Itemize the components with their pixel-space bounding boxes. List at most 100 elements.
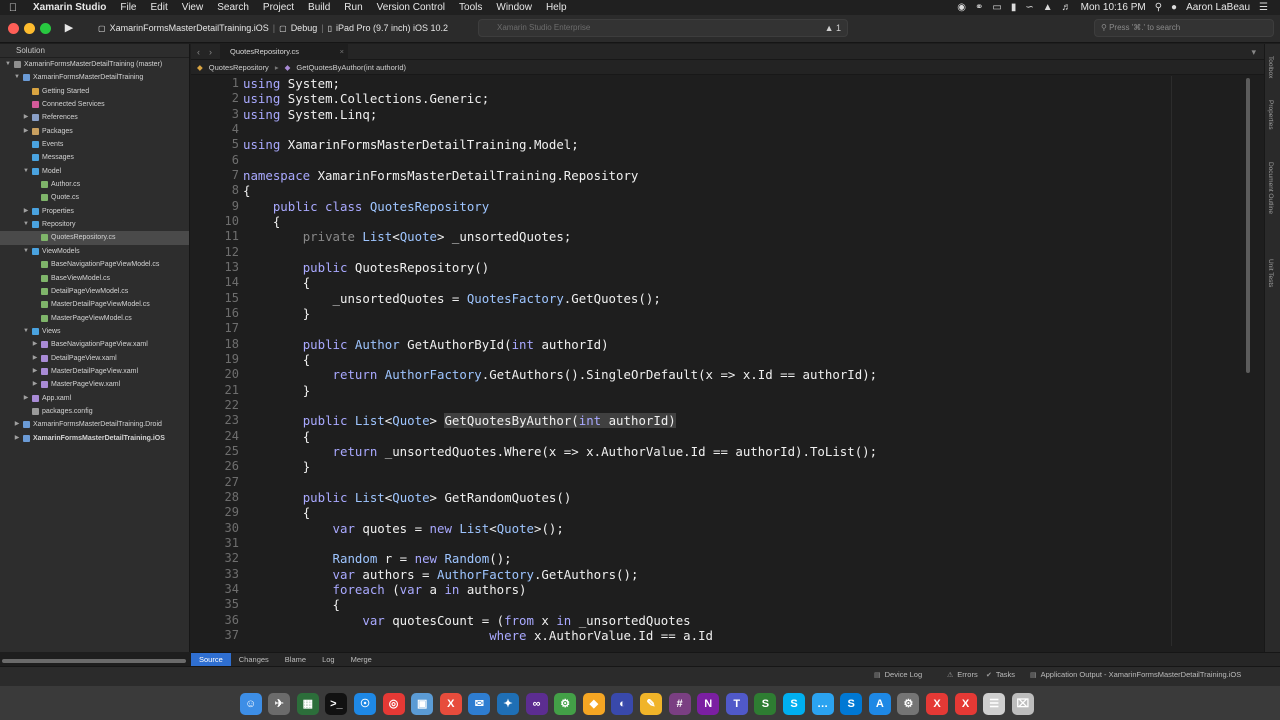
minimize-window-button[interactable]: [24, 23, 35, 34]
close-tab-icon[interactable]: ×: [340, 44, 344, 60]
trash-icon[interactable]: ⌧: [1011, 693, 1034, 715]
collapsed-arrow-icon[interactable]: ▶: [31, 378, 39, 391]
code-editor[interactable]: 1 using System; 2 using System.Collections.…: [191, 76, 1264, 652]
menu-view[interactable]: View: [175, 0, 211, 15]
preview-icon[interactable]: ▣: [411, 693, 434, 715]
collapsed-arrow-icon[interactable]: ▶: [22, 111, 30, 124]
tree-item[interactable]: MasterDetailPageViewModel.cs: [0, 298, 189, 311]
menu-window[interactable]: Window: [489, 0, 539, 15]
zoom-window-button[interactable]: [40, 23, 51, 34]
tree-item[interactable]: ▶ MasterPageView.xaml: [0, 378, 189, 391]
menu-help[interactable]: Help: [539, 0, 574, 15]
documents-icon[interactable]: ☰: [983, 693, 1006, 715]
tree-item[interactable]: ▼ XamarinFormsMasterDetailTraining: [0, 71, 189, 84]
menu-tools[interactable]: Tools: [452, 0, 489, 15]
volume-icon[interactable]: ♬: [1062, 2, 1072, 13]
user-name[interactable]: Aaron LaBeau: [1186, 2, 1250, 13]
tree-item[interactable]: ▼ Model: [0, 165, 189, 178]
expanded-arrow-icon[interactable]: ▼: [22, 218, 30, 231]
user-avatar-icon[interactable]: ●: [1171, 2, 1177, 13]
skype-icon[interactable]: S: [783, 693, 805, 715]
expanded-arrow-icon[interactable]: ▼: [22, 325, 30, 338]
pad-toolbox[interactable]: Toolbox: [1267, 56, 1274, 78]
expanded-arrow-icon[interactable]: ▼: [22, 245, 30, 258]
tree-item[interactable]: Author.cs: [0, 178, 189, 191]
pad-document-outline[interactable]: Document Outline: [1267, 162, 1274, 214]
menu-run[interactable]: Run: [337, 0, 369, 15]
slack-icon[interactable]: #: [668, 693, 691, 715]
close-window-button[interactable]: [8, 23, 19, 34]
clock[interactable]: Mon 10:16 PM: [1081, 2, 1146, 13]
tree-item[interactable]: Quote.cs: [0, 191, 189, 204]
pad-unit-tests[interactable]: Unit Tests: [1267, 259, 1274, 287]
display-icon[interactable]: ▭: [992, 2, 1001, 13]
system-preferences-icon[interactable]: ⚙: [897, 693, 920, 715]
menu-xamarin-studio[interactable]: Xamarin Studio: [26, 0, 113, 15]
collapsed-arrow-icon[interactable]: ▶: [13, 432, 21, 445]
editor-vertical-scrollbar[interactable]: [1246, 78, 1250, 373]
tree-item[interactable]: ▶ Properties: [0, 205, 189, 218]
notes-icon[interactable]: ✎: [640, 693, 662, 715]
expanded-arrow-icon[interactable]: ▼: [22, 165, 30, 178]
skype-business-icon[interactable]: S: [840, 693, 863, 715]
tree-item[interactable]: Messages: [0, 151, 189, 164]
tree-item[interactable]: ▼ Repository: [0, 218, 189, 231]
menu-version-control[interactable]: Version Control: [370, 0, 452, 15]
sketch-icon[interactable]: ◆: [582, 693, 605, 715]
launchpad-icon[interactable]: ✈: [268, 693, 291, 715]
run-configuration-selector[interactable]: ▢ XamarinFormsMasterDetailTraining.iOS |…: [94, 19, 452, 37]
messages-icon[interactable]: …: [811, 693, 834, 715]
pad-button-errors[interactable]: ⚠ Errors: [947, 670, 978, 679]
collapsed-arrow-icon[interactable]: ▶: [31, 338, 39, 351]
onenote-icon[interactable]: N: [697, 693, 720, 715]
battery-icon[interactable]: ▮: [1011, 2, 1017, 13]
chrome-icon[interactable]: ◎: [382, 693, 405, 715]
pad-button-tasks[interactable]: ✔ Tasks: [986, 670, 1015, 679]
finder-icon[interactable]: ☺: [239, 693, 262, 715]
tree-item[interactable]: ▶ XamarinFormsMasterDetailTraining.Droid: [0, 418, 189, 431]
terminal-icon[interactable]: >_: [325, 693, 348, 715]
collapsed-arrow-icon[interactable]: ▶: [22, 392, 30, 405]
game-center-icon[interactable]: ◐: [611, 693, 634, 715]
pad-button-application-output[interactable]: ▤ Application Output - XamarinFormsMaster…: [1030, 670, 1241, 679]
sheets-icon[interactable]: S: [754, 693, 777, 715]
tree-item[interactable]: QuotesRepository.cs: [0, 231, 189, 245]
pad-properties[interactable]: Properties: [1267, 100, 1274, 130]
nav-back-icon[interactable]: ‹: [197, 44, 200, 60]
vscode-icon[interactable]: ✦: [497, 693, 519, 715]
menu-build[interactable]: Build: [301, 0, 337, 15]
tree-item[interactable]: BaseViewModel.cs: [0, 272, 189, 285]
tree-item[interactable]: BaseNavigationPageViewModel.cs: [0, 258, 189, 271]
screen-record-icon[interactable]: ◉: [957, 2, 966, 13]
notification-center-icon[interactable]: ☰: [1259, 2, 1268, 13]
tab-log[interactable]: Log: [314, 653, 343, 667]
breadcrumb-class[interactable]: QuotesRepository: [209, 60, 269, 75]
visual-studio-icon[interactable]: ∞: [525, 693, 548, 715]
tab-source[interactable]: Source: [191, 652, 231, 667]
tree-item[interactable]: ▶ DetailPageView.xaml: [0, 352, 189, 365]
solution-horizontal-scrollbar[interactable]: [2, 659, 186, 663]
spotlight-search-icon[interactable]: ⚲: [1155, 2, 1162, 13]
collapsed-arrow-icon[interactable]: ▶: [13, 418, 21, 431]
tree-item[interactable]: ▼ Views: [0, 325, 189, 338]
apple-icon[interactable]: : [0, 2, 26, 14]
breadcrumb-method[interactable]: GetQuotesByAuthor(int authorId): [296, 60, 406, 75]
android-icon[interactable]: ⚙: [554, 693, 577, 715]
tree-item[interactable]: packages.config: [0, 405, 189, 418]
menu-project[interactable]: Project: [256, 0, 301, 15]
collapsed-arrow-icon[interactable]: ▶: [31, 365, 39, 378]
tree-item[interactable]: ▶ References: [0, 111, 189, 124]
tab-quotesrepository[interactable]: QuotesRepository.cs ×: [220, 44, 348, 60]
tab-changes[interactable]: Changes: [231, 653, 277, 667]
xamarin-studio-icon[interactable]: X: [926, 693, 948, 715]
tree-item[interactable]: MasterPageViewModel.cs: [0, 312, 189, 325]
expanded-arrow-icon[interactable]: ▼: [13, 71, 21, 84]
tree-item[interactable]: ▶ MasterDetailPageView.xaml: [0, 365, 189, 378]
tree-item[interactable]: Connected Services: [0, 98, 189, 111]
search-input[interactable]: ⚲ Press '⌘.' to search: [1094, 19, 1274, 37]
app-store-icon[interactable]: A: [868, 693, 891, 715]
menu-search[interactable]: Search: [210, 0, 256, 15]
xamarin-profiler-icon[interactable]: X: [954, 693, 977, 715]
tree-item[interactable]: Getting Started: [0, 85, 189, 98]
nav-forward-icon[interactable]: ›: [209, 44, 212, 60]
